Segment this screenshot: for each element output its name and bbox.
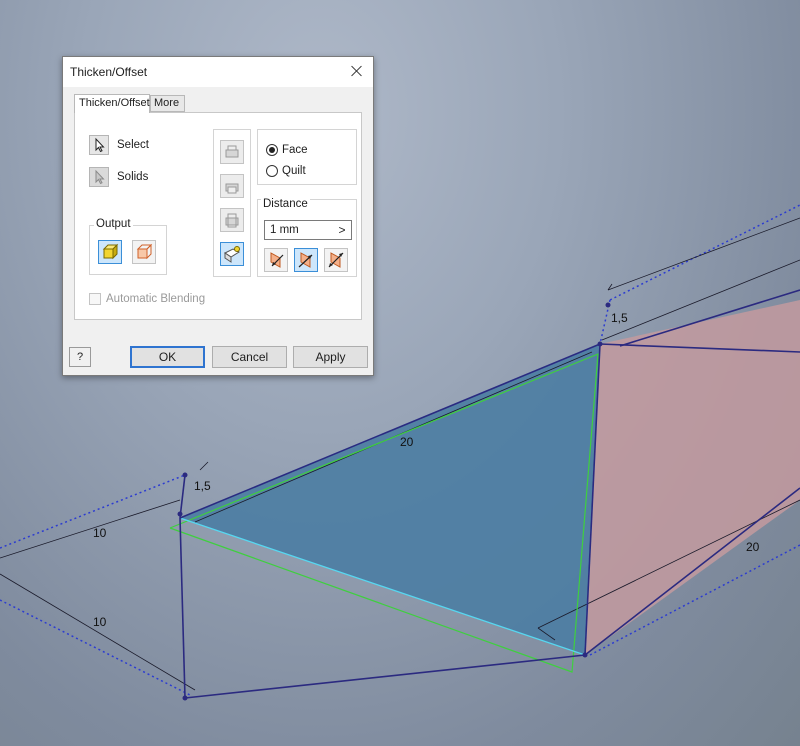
- direction-2-button[interactable]: [294, 248, 318, 272]
- dialog-title: Thicken/Offset: [70, 65, 148, 79]
- distance-expand-arrow[interactable]: >: [333, 221, 351, 239]
- solids-button[interactable]: [89, 167, 109, 187]
- tool-button-3[interactable]: [220, 208, 244, 232]
- tool-column: [213, 129, 251, 277]
- direction-1-icon: [270, 252, 284, 268]
- tool-button-2[interactable]: [220, 174, 244, 198]
- close-icon[interactable]: [349, 63, 365, 79]
- dimension-10-lower[interactable]: 10: [93, 615, 107, 629]
- auto-blending-label: Automatic Blending: [106, 293, 206, 305]
- dialog-titlebar[interactable]: Thicken/Offset: [63, 57, 373, 87]
- dimension-20-right[interactable]: 20: [746, 540, 760, 554]
- cancel-button[interactable]: Cancel: [212, 346, 287, 368]
- dimension-10-upper[interactable]: 10: [93, 526, 107, 540]
- output-surface-button[interactable]: [132, 240, 156, 264]
- distance-label: Distance: [261, 198, 310, 210]
- face-select-icon: [224, 246, 241, 263]
- tab-panel: Select Solids Output Automatic Blending …: [74, 112, 362, 320]
- output-solid-button[interactable]: [98, 240, 122, 264]
- distance-group: Distance 1 mm >: [257, 198, 357, 277]
- direction-1-button[interactable]: [264, 248, 288, 272]
- printer-both-icon: [225, 213, 239, 228]
- tab-thicken-offset[interactable]: Thicken/Offset: [74, 94, 150, 113]
- selected-face[interactable]: [180, 344, 600, 655]
- help-button[interactable]: ?: [69, 347, 91, 367]
- surface-cube-icon: [136, 243, 153, 260]
- select-label: Select: [117, 139, 149, 151]
- distance-value: 1 mm: [270, 224, 299, 236]
- face-radio[interactable]: [266, 144, 278, 156]
- dimension-20-top[interactable]: 20: [400, 435, 414, 449]
- tool-button-4[interactable]: [220, 242, 244, 266]
- cursor-arrow-icon: [95, 137, 105, 153]
- solids-label: Solids: [117, 171, 149, 183]
- mode-group: Face Quilt: [257, 129, 357, 185]
- symmetric-button[interactable]: [324, 248, 348, 272]
- quilt-radio[interactable]: [266, 165, 278, 177]
- symmetric-icon: [328, 252, 344, 268]
- apply-button[interactable]: Apply: [293, 346, 368, 368]
- select-button[interactable]: [89, 135, 109, 155]
- tab-more[interactable]: More: [150, 95, 185, 112]
- ok-button[interactable]: OK: [130, 346, 205, 368]
- quilt-label: Quilt: [282, 165, 306, 177]
- thicken-offset-dialog: Thicken/Offset Thicken/Offset More Selec…: [62, 56, 374, 376]
- tool-button-1[interactable]: [220, 140, 244, 164]
- printer-out-icon: [225, 183, 239, 194]
- dimension-1-5-left[interactable]: 1,5: [194, 479, 211, 493]
- direction-2-icon: [298, 252, 313, 268]
- output-group: Output: [89, 218, 167, 275]
- dimension-1-5-right[interactable]: 1,5: [611, 311, 628, 325]
- distance-input[interactable]: 1 mm >: [264, 220, 352, 240]
- output-label: Output: [94, 218, 133, 230]
- auto-blending-checkbox[interactable]: [89, 293, 101, 305]
- printer-icon: [225, 145, 239, 158]
- help-icon: ?: [76, 351, 84, 363]
- cursor-arrow-solid-icon: [95, 169, 105, 185]
- face-label: Face: [282, 144, 308, 156]
- solid-cube-icon: [102, 243, 119, 260]
